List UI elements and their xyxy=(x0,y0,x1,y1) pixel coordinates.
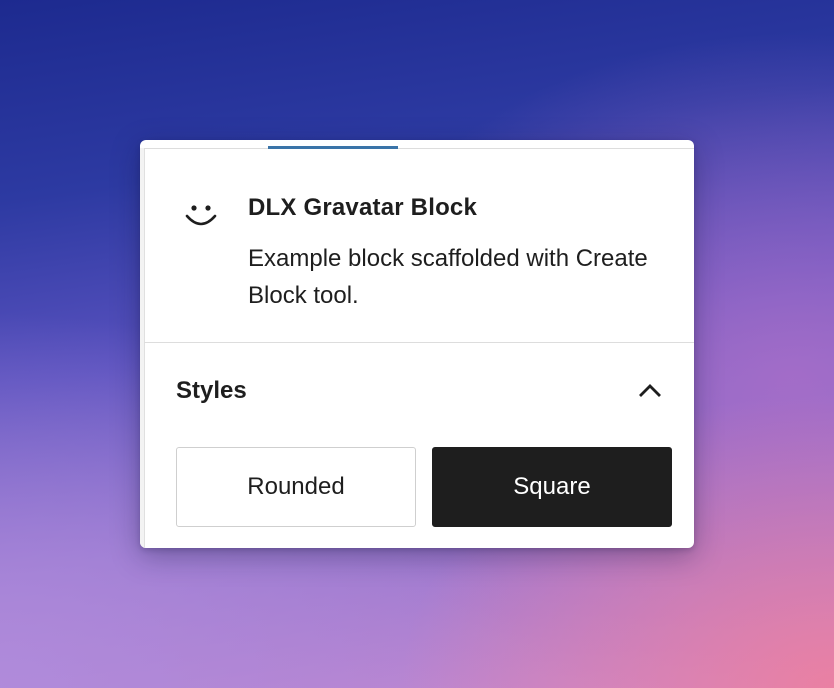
style-option-rounded[interactable]: Rounded xyxy=(176,447,416,527)
block-title: DLX Gravatar Block xyxy=(248,194,478,221)
block-inspector-panel: DLX Gravatar Block Example block scaffol… xyxy=(140,140,694,548)
styles-title: Styles xyxy=(176,377,247,404)
styles-panel-header[interactable]: Styles xyxy=(144,343,694,435)
block-card: DLX Gravatar Block Example block scaffol… xyxy=(144,149,694,343)
smiley-icon xyxy=(181,196,221,236)
style-option-square[interactable]: Square xyxy=(432,447,672,527)
block-description: Example block scaffolded with Create Blo… xyxy=(248,245,648,309)
chevron-up-icon[interactable] xyxy=(636,377,664,405)
